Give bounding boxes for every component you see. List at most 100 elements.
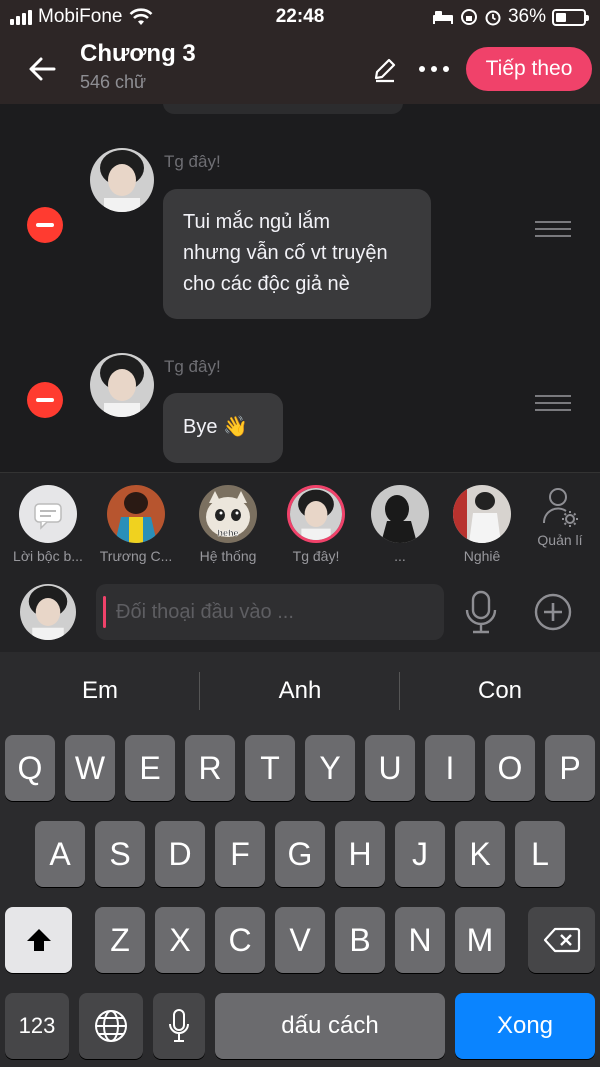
microphone-icon bbox=[169, 1009, 189, 1042]
shift-arrow-icon bbox=[26, 929, 51, 951]
key[interactable]: L bbox=[515, 821, 565, 887]
key[interactable]: B bbox=[335, 907, 385, 973]
avatar bbox=[371, 485, 429, 543]
chat-area[interactable]: Tg đây! Tui mắc ngủ lắm nhưng vẫn cố vt … bbox=[0, 104, 600, 472]
battery-percent: 36% bbox=[507, 6, 546, 27]
character-author-selected[interactable]: Tg đây! bbox=[274, 485, 358, 564]
edit-pencil-icon[interactable] bbox=[370, 54, 400, 84]
bed-icon bbox=[432, 11, 453, 24]
drag-handle-icon[interactable] bbox=[535, 395, 571, 413]
character-name: Tg đây! bbox=[292, 548, 340, 564]
message-bubble[interactable]: Tui mắc ngủ lắm nhưng vẫn cố vt truyện c… bbox=[163, 189, 431, 319]
key[interactable]: T bbox=[245, 735, 295, 801]
battery-icon bbox=[552, 8, 589, 26]
key[interactable]: G bbox=[275, 821, 325, 887]
sender-name: Tg đây! bbox=[164, 152, 221, 171]
character-system[interactable]: hehe Hệ thống bbox=[186, 485, 270, 564]
avatar bbox=[287, 485, 345, 543]
character-name: Hệ thống bbox=[199, 548, 257, 564]
numbers-key[interactable]: 123 bbox=[5, 993, 69, 1059]
character-unnamed[interactable]: ... bbox=[358, 485, 442, 564]
character-narration[interactable]: Lời bộc b... bbox=[6, 485, 90, 564]
backspace-key[interactable] bbox=[528, 907, 595, 973]
microphone-icon[interactable] bbox=[462, 590, 500, 634]
key[interactable]: X bbox=[155, 907, 205, 973]
avatar[interactable] bbox=[20, 584, 76, 640]
character-name: Nghiê bbox=[463, 548, 501, 564]
key[interactable]: N bbox=[395, 907, 445, 973]
character-name: Quản lí bbox=[537, 532, 583, 548]
character-name: Lời bộc b... bbox=[13, 548, 83, 564]
more-options-icon[interactable] bbox=[416, 54, 452, 84]
add-icon[interactable] bbox=[533, 592, 573, 632]
shift-key[interactable] bbox=[5, 907, 72, 973]
suggestion-item[interactable]: Con bbox=[400, 652, 600, 730]
message-line: nhưng vẫn cố vt truyện bbox=[183, 242, 388, 264]
suggestion-item[interactable]: Em bbox=[0, 652, 200, 730]
dialogue-input[interactable] bbox=[96, 584, 444, 640]
sticker-text: hehe bbox=[217, 528, 238, 538]
dictation-key[interactable] bbox=[153, 993, 205, 1059]
globe-key[interactable] bbox=[79, 993, 143, 1059]
character-name: Trương C... bbox=[99, 548, 173, 564]
key[interactable]: H bbox=[335, 821, 385, 887]
backspace-icon bbox=[543, 927, 580, 953]
key[interactable]: A bbox=[35, 821, 85, 887]
key[interactable]: J bbox=[395, 821, 445, 887]
suggestion-item[interactable]: Anh bbox=[200, 652, 400, 730]
key[interactable]: C bbox=[215, 907, 265, 973]
character-nghie[interactable]: Nghiê bbox=[440, 485, 524, 564]
character-truong[interactable]: Trương C... bbox=[94, 485, 178, 564]
globe-icon bbox=[95, 1010, 127, 1042]
avatar bbox=[107, 485, 165, 543]
key[interactable]: F bbox=[215, 821, 265, 887]
character-selector: Lời bộc b... Trương C... hehe Hệ thống T… bbox=[0, 472, 600, 578]
key[interactable]: Q bbox=[5, 735, 55, 801]
key[interactable]: P bbox=[545, 735, 595, 801]
back-arrow-icon[interactable] bbox=[26, 52, 60, 86]
done-key[interactable]: Xong bbox=[455, 993, 595, 1059]
message-line: Bye 👋 bbox=[183, 416, 248, 438]
sender-name: Tg đây! bbox=[164, 357, 221, 376]
message-bubble[interactable]: Bye 👋 bbox=[163, 393, 283, 463]
avatar bbox=[90, 148, 154, 212]
key[interactable]: V bbox=[275, 907, 325, 973]
suggestion-bar: Em Anh Con bbox=[0, 652, 600, 730]
speech-bubble-icon bbox=[19, 485, 77, 543]
key[interactable]: O bbox=[485, 735, 535, 801]
word-count: 546 chữ bbox=[80, 72, 147, 92]
drag-handle-icon[interactable] bbox=[535, 221, 571, 239]
composer-bar bbox=[0, 578, 600, 652]
next-chapter-button[interactable]: Tiếp theo bbox=[466, 47, 592, 91]
message-line: Tui mắc ngủ lắm bbox=[183, 211, 331, 233]
rotation-lock-icon bbox=[460, 9, 477, 25]
key[interactable]: M bbox=[455, 907, 505, 973]
status-bar: MobiFone 22:48 36% bbox=[0, 0, 600, 34]
remove-message-icon[interactable] bbox=[27, 207, 63, 243]
manage-characters-button[interactable]: Quản lí bbox=[518, 485, 600, 548]
chapter-title: Chương 3 bbox=[80, 40, 196, 67]
avatar: hehe bbox=[199, 485, 257, 543]
key[interactable]: R bbox=[185, 735, 235, 801]
key[interactable]: E bbox=[125, 735, 175, 801]
message-line: cho các độc giả nè bbox=[183, 273, 350, 295]
alarm-icon bbox=[485, 10, 501, 26]
text-cursor bbox=[103, 596, 106, 628]
remove-message-icon[interactable] bbox=[27, 382, 63, 418]
avatar bbox=[453, 485, 511, 543]
previous-message-bubble bbox=[163, 104, 403, 114]
key[interactable]: Y bbox=[305, 735, 355, 801]
key[interactable]: U bbox=[365, 735, 415, 801]
space-key[interactable]: dấu cách bbox=[215, 993, 445, 1059]
user-settings-icon bbox=[542, 488, 578, 527]
avatar bbox=[90, 353, 154, 417]
top-bar: MobiFone 22:48 36% Chương 3 546 chữ Tiếp… bbox=[0, 0, 600, 104]
character-name: ... bbox=[394, 548, 406, 564]
key[interactable]: I bbox=[425, 735, 475, 801]
key[interactable]: K bbox=[455, 821, 505, 887]
key[interactable]: Z bbox=[95, 907, 145, 973]
key[interactable]: D bbox=[155, 821, 205, 887]
key[interactable]: S bbox=[95, 821, 145, 887]
keyboard: Em Anh Con Q W E R T Y U I O P A S D F G… bbox=[0, 652, 600, 1067]
key[interactable]: W bbox=[65, 735, 115, 801]
